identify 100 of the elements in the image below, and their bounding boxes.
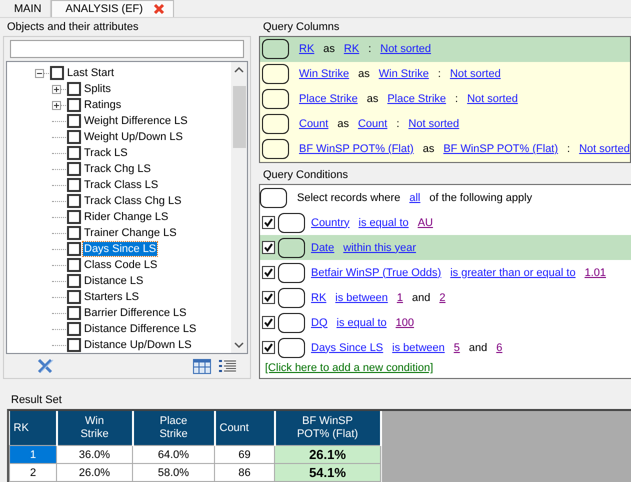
column-row[interactable]: Place Strike as Place Strike : Not sorted [260, 87, 630, 112]
tree-item[interactable]: Class Code LS [83, 258, 158, 272]
checkbox[interactable] [67, 338, 81, 352]
row-handle[interactable] [262, 114, 289, 134]
tree-item[interactable]: Days Since LS [83, 242, 158, 256]
sort-link[interactable]: Not sorted [408, 118, 460, 130]
alias-link[interactable]: Win Strike [378, 68, 429, 80]
tree-item[interactable]: Barrier Difference LS [83, 306, 188, 320]
checkbox[interactable] [67, 98, 81, 112]
checkbox[interactable] [262, 266, 275, 279]
scroll-thumb[interactable] [232, 86, 246, 148]
checkbox[interactable] [67, 226, 81, 240]
columns-icon[interactable] [193, 358, 211, 374]
column-link[interactable]: BF WinSP POT% (Flat) [299, 143, 414, 155]
checkbox[interactable] [67, 114, 81, 128]
sort-link[interactable]: Not sorted [450, 68, 501, 80]
tree-item[interactable]: Distance LS [83, 274, 144, 288]
condition-link[interactable]: DQ [311, 316, 328, 328]
expand-icon[interactable] [52, 84, 61, 94]
add-condition-link[interactable]: [Click here to add a new condition] [265, 362, 626, 374]
condition-link[interactable]: is equal to [336, 316, 387, 328]
checkbox[interactable] [67, 146, 81, 160]
condition-link[interactable]: all [409, 192, 420, 204]
checkbox[interactable] [67, 82, 81, 96]
value-link[interactable]: AU [418, 216, 433, 228]
checkbox[interactable] [262, 216, 275, 229]
tree-item[interactable]: Last Start [66, 66, 116, 80]
tree-item[interactable]: Track Class LS [83, 178, 160, 192]
condition-link[interactable]: is equal to [358, 216, 409, 228]
tools-icon[interactable] [36, 358, 56, 374]
condition-link[interactable]: within this year [343, 242, 416, 254]
condition-link[interactable]: Days Since LS [311, 342, 384, 354]
column-link[interactable]: Place Strike [299, 93, 358, 105]
selected-row[interactable]: Date within this year [260, 235, 631, 260]
alias-link[interactable]: BF WinSP POT% (Flat) [443, 143, 558, 155]
checkbox[interactable] [67, 242, 81, 256]
condition-link[interactable]: is greater than or equal to [450, 266, 576, 278]
value-link[interactable]: 1.01 [584, 266, 606, 278]
search-field[interactable] [10, 40, 244, 58]
row-handle[interactable] [262, 64, 289, 84]
checkbox[interactable] [67, 210, 81, 224]
row-handle[interactable] [278, 238, 305, 258]
checkbox[interactable] [262, 316, 275, 329]
row-handle[interactable] [278, 312, 305, 332]
tree-item[interactable]: Splits [83, 82, 112, 96]
column-link[interactable]: RK [299, 43, 314, 55]
column-header[interactable]: BF WinSP POT% (Flat) [274, 411, 380, 446]
scrollbar[interactable] [231, 62, 247, 353]
column-row[interactable]: Win Strike as Win Strike : Not sorted [260, 62, 630, 87]
row-handle[interactable] [278, 288, 305, 308]
close-icon[interactable] [152, 3, 165, 15]
checkbox[interactable] [67, 258, 81, 272]
row-handle[interactable] [262, 89, 289, 109]
tree-item[interactable]: Distance Up/Down LS [83, 338, 193, 352]
condition-link[interactable]: Date [311, 242, 334, 254]
sort-link[interactable]: Not sorted [467, 93, 518, 105]
checkbox[interactable] [262, 241, 275, 254]
tree-item[interactable]: Trainer Change LS [83, 226, 178, 240]
column-header[interactable]: Win Strike [56, 411, 132, 446]
column-header[interactable]: RK [10, 411, 56, 446]
row-handle[interactable] [278, 262, 305, 282]
column-row[interactable]: Count as Count : Not sorted [260, 112, 630, 137]
collapse-icon[interactable] [35, 68, 44, 78]
checkbox[interactable] [67, 274, 81, 288]
tree-item[interactable]: Weight Difference LS [83, 114, 189, 128]
row-handle[interactable] [278, 212, 305, 232]
sort-link[interactable]: Not sorted [579, 143, 630, 155]
list-icon[interactable] [219, 358, 236, 374]
checkbox[interactable] [67, 178, 81, 192]
alias-link[interactable]: RK [344, 43, 360, 55]
condition-link[interactable]: Country [311, 216, 350, 228]
checkbox[interactable] [67, 162, 81, 176]
checkbox[interactable] [262, 341, 275, 354]
tree-item[interactable]: Track Class Chg LS [83, 194, 182, 208]
condition-link[interactable]: Betfair WinSP (True Odds) [311, 266, 442, 278]
tab[interactable]: ANALYSIS (EF) [50, 0, 174, 17]
checkbox[interactable] [67, 322, 81, 336]
value-link[interactable]: 100 [396, 316, 414, 328]
checkbox[interactable] [262, 291, 275, 304]
value-link[interactable]: 6 [496, 342, 502, 354]
row-handle[interactable] [278, 338, 305, 358]
row-handle[interactable] [260, 188, 287, 208]
checkbox[interactable] [67, 130, 81, 144]
value-link[interactable]: 5 [454, 342, 460, 354]
value-link[interactable]: 1 [396, 292, 403, 304]
column-row[interactable]: RK as RK : Not sorted [260, 37, 630, 62]
tree-item[interactable]: Ratings [83, 98, 122, 112]
tree-item[interactable]: Track LS [83, 146, 129, 160]
condition-link[interactable]: RK [311, 292, 326, 304]
tree-item[interactable]: Track Chg LS [83, 162, 152, 176]
checkbox[interactable] [67, 306, 81, 320]
condition-link[interactable]: is between [335, 292, 388, 304]
tree-item[interactable]: Weight Up/Down LS [83, 130, 184, 144]
condition-link[interactable]: is between [392, 342, 445, 354]
column-row[interactable]: BF WinSP POT% (Flat) as BF WinSP POT% (Flat) : Not sorted [260, 137, 630, 162]
value-link[interactable]: 2 [439, 292, 446, 304]
column-link[interactable]: Win Strike [299, 68, 350, 80]
row-handle[interactable] [262, 139, 289, 159]
alias-link[interactable]: Count [358, 118, 388, 130]
checkbox[interactable] [67, 194, 81, 208]
